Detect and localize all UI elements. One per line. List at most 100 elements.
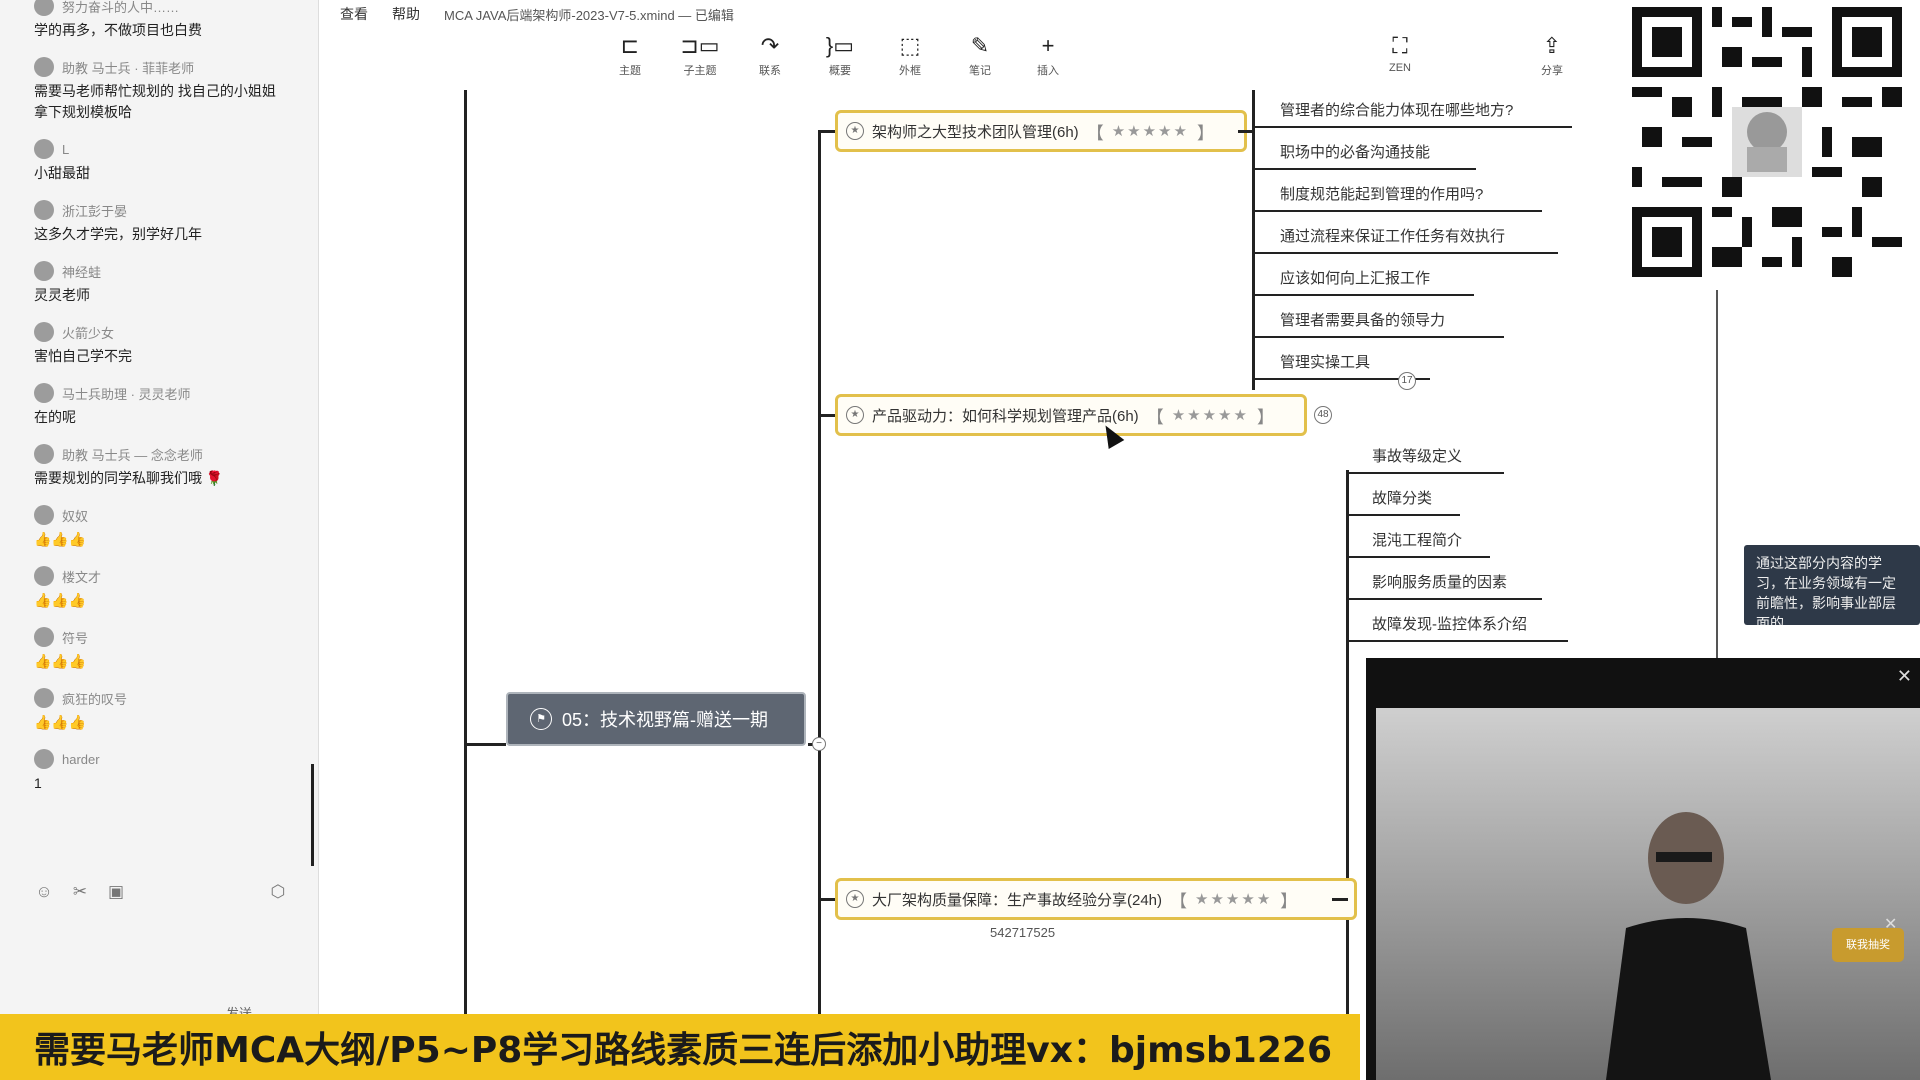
subtopic[interactable]: 管理实操工具 — [1280, 352, 1370, 374]
chat-text: 1 — [34, 775, 42, 791]
bracket-left: 【 — [1170, 891, 1188, 911]
menu-help[interactable]: 帮助 — [392, 4, 420, 24]
topic-title: 产品驱动力：如何科学规划管理产品(6h) — [872, 407, 1139, 425]
chat-message: 助教 马士兵 — 念念老师需要规划的同学私聊我们哦 🌹 — [34, 442, 296, 489]
webcam-overlay[interactable]: ✕ ✕ 联我抽奖 — [1366, 658, 1920, 1080]
connector-line — [1252, 336, 1504, 338]
star-icon: ★ — [846, 406, 864, 424]
subtopic-button[interactable]: ⊐▭ 子主题 — [670, 32, 730, 78]
zen-label: ZEN — [1389, 62, 1411, 74]
chat-message: 奴奴 👍👍👍 — [34, 503, 296, 550]
chat-username: 浙江彭于晏 — [62, 203, 128, 219]
rating-stars: ★★★★★ — [1111, 123, 1189, 140]
subtopic[interactable]: 管理者的综合能力体现在哪些地方? — [1280, 100, 1513, 122]
bracket-right: 】 — [1196, 123, 1214, 143]
connector-line — [1716, 290, 1718, 710]
note-button[interactable]: ✎ 笔记 — [950, 32, 1010, 78]
rating-stars: ★★★★★ — [1195, 891, 1273, 908]
subtopic[interactable]: 职场中的必备沟通技能 — [1280, 142, 1430, 164]
topic-label: 主题 — [619, 65, 641, 77]
subtopic[interactable]: 通过流程来保证工作任务有效执行 — [1280, 226, 1505, 248]
subtopic[interactable]: 应该如何向上汇报工作 — [1280, 268, 1430, 290]
topic-team-management[interactable]: ★ 架构师之大型技术团队管理(6h) 【 ★★★★★ 】 — [835, 110, 1247, 152]
subtopic[interactable]: 影响服务质量的因素 — [1372, 572, 1507, 594]
connector-line — [464, 743, 506, 746]
insert-label: 插入 — [1037, 65, 1059, 77]
topic-note-tooltip: 通过这部分内容的学习，在业务领域有一定前瞻性，影响事业部层面的 — [1744, 545, 1920, 625]
chat-username: 助教 马士兵 · 菲菲老师 — [62, 60, 195, 76]
menu-view[interactable]: 查看 — [340, 4, 368, 24]
avatar — [34, 57, 54, 77]
chat-scrollbar[interactable] — [311, 764, 314, 866]
share-icon: ⇪ — [1542, 33, 1562, 58]
qr-code-image — [1632, 6, 1902, 278]
subtopic-label: 子主题 — [683, 65, 717, 77]
chat-text: 👍👍👍 — [34, 531, 87, 547]
collapse-toggle[interactable]: − — [812, 737, 826, 751]
chat-message-list: 努力奋斗的人中…… 学的再多，不做项目也白费 助教 马士兵 · 菲菲老师需要马老师… — [34, 0, 296, 808]
insert-button[interactable]: + 插入 — [1018, 32, 1078, 78]
boundary-button[interactable]: ⬚ 外框 — [880, 32, 940, 78]
chat-message: L 小甜最甜 — [34, 137, 296, 184]
avatar — [34, 566, 54, 586]
subtopic[interactable]: 故障分类 — [1372, 488, 1432, 510]
promo-banner: 需要马老师MCA大纲/P5~P8学习路线素质三连后添加小助理vx：bjmsb12… — [0, 1014, 1360, 1080]
connector-line — [818, 414, 836, 417]
chat-username: L — [62, 141, 70, 157]
zen-button[interactable]: ⛶ ZEN — [1370, 32, 1430, 74]
lottery-badge[interactable]: 联我抽奖 — [1832, 928, 1904, 962]
watermark-id: 542717525 — [990, 925, 1056, 940]
connector-line — [1346, 472, 1504, 474]
scissors-icon[interactable]: ✂ — [70, 882, 90, 902]
chat-tools: ☺ ✂ ▣ — [34, 882, 126, 902]
connector-line — [1252, 252, 1558, 254]
chat-message: 疯狂的叹号 👍👍👍 — [34, 686, 296, 733]
topic-quality-assurance[interactable]: ★ 大厂架构质量保障：生产事故经验分享(24h) 【 ★★★★★ 】 — [835, 878, 1357, 920]
subtopic[interactable]: 管理者需要具备的领导力 — [1280, 310, 1445, 332]
subtopic[interactable]: 制度规范能起到管理的作用吗? — [1280, 184, 1483, 206]
plus-icon: + — [1041, 33, 1055, 58]
chat-username: 助教 马士兵 — 念念老师 — [62, 447, 203, 463]
avatar — [34, 749, 54, 769]
topic-button[interactable]: ⊏ 主题 — [600, 32, 660, 78]
chat-text: 👍👍👍 — [34, 592, 87, 608]
relation-button[interactable]: ↷ 联系 — [740, 32, 800, 78]
chat-text: 需要规划的同学私聊我们哦 🌹 — [34, 470, 224, 486]
note-label: 笔记 — [969, 65, 991, 77]
chat-message: 努力奋斗的人中…… 学的再多，不做项目也白费 — [34, 0, 296, 41]
chat-text: 需要马老师帮忙规划的 找自己的小姐姐 拿下规划模板哈 — [34, 83, 276, 120]
connector-line — [1346, 470, 1349, 1020]
promo-text: 需要马老师MCA大纲/P5~P8学习路线素质三连后添加小助理vx：bjmsb12… — [34, 1030, 1332, 1071]
chat-message: 神经蛙 灵灵老师 — [34, 259, 296, 306]
collapsed-count-badge[interactable]: 17 — [1398, 372, 1416, 390]
chat-message: 火箭少女害怕自己学不完 — [34, 320, 296, 367]
chat-panel: 努力奋斗的人中…… 学的再多，不做项目也白费 助教 马士兵 · 菲菲老师需要马老师… — [0, 0, 319, 1020]
collapsed-count-badge[interactable]: 48 — [1314, 406, 1332, 424]
chat-message: 马士兵助理 · 灵灵老师 在的呢 — [34, 381, 296, 428]
image-icon[interactable]: ▣ — [106, 882, 126, 902]
chat-username: 火箭少女 — [62, 325, 115, 341]
share-button[interactable]: ⇪ 分享 — [1522, 32, 1582, 78]
topic-title: 架构师之大型技术团队管理(6h) — [872, 123, 1079, 141]
relation-label: 联系 — [759, 65, 781, 77]
avatar — [34, 200, 54, 220]
close-icon[interactable]: ✕ — [1897, 666, 1912, 687]
subtopic[interactable]: 故障发现-监控体系介绍 — [1372, 614, 1527, 636]
chat-text: 害怕自己学不完 — [34, 348, 132, 364]
connector-line — [1252, 210, 1542, 212]
avatar — [34, 0, 54, 16]
subtopic[interactable]: 混沌工程简介 — [1372, 530, 1462, 552]
subtopic[interactable]: 事故等级定义 — [1372, 446, 1462, 468]
settings-icon[interactable]: ⬡ — [268, 882, 288, 902]
bracket-left: 【 — [1086, 123, 1104, 143]
chat-text: 👍👍👍 — [34, 714, 87, 730]
avatar — [34, 688, 54, 708]
summary-button[interactable]: }▭ 概要 — [810, 32, 870, 78]
avatar — [34, 444, 54, 464]
connector-line — [1346, 598, 1542, 600]
topic-05-tech-vision[interactable]: ⚑ 05：技术视野篇-赠送一期 — [506, 692, 806, 746]
connector-line — [1252, 90, 1255, 390]
emoji-icon[interactable]: ☺ — [34, 882, 54, 902]
star-icon: ★ — [846, 122, 864, 140]
topic-product-driven[interactable]: ★ 产品驱动力：如何科学规划管理产品(6h) 【 ★★★★★ 】 — [835, 394, 1307, 436]
